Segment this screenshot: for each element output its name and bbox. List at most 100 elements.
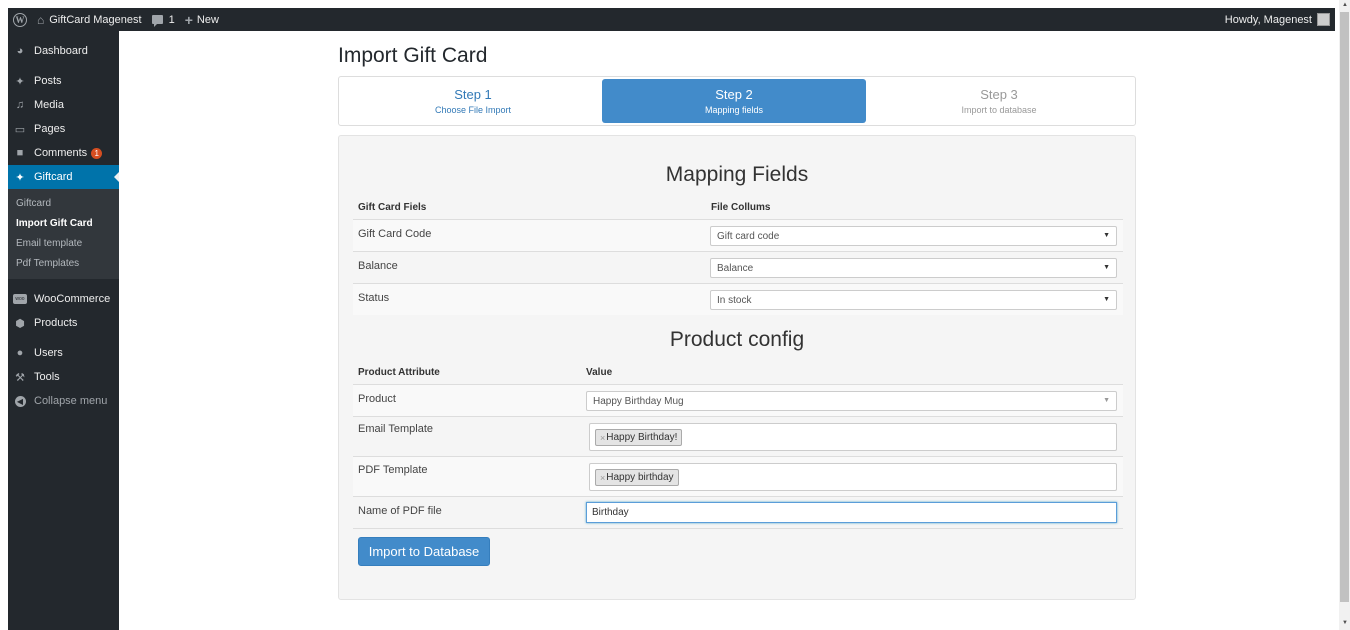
dropdown-arrow-icon: ▼: [1103, 397, 1110, 404]
row-label: Name of PDF file: [358, 505, 442, 517]
wordpress-icon: W: [13, 12, 27, 27]
site-name-link[interactable]: ⌂ GiftCard Magenest: [32, 8, 147, 31]
balance-select[interactable]: Balance ▼: [710, 258, 1117, 278]
sidebar-item-label: Pages: [34, 123, 66, 135]
row-label: PDF Template: [358, 464, 428, 476]
wp-logo-button[interactable]: W: [8, 8, 32, 31]
column-header-file-columns: File Collums: [711, 202, 771, 213]
plus-icon: +: [184, 11, 193, 28]
sidebar-item-tools[interactable]: ⚒ Tools: [8, 365, 119, 389]
table-row: Name of PDF file Birthday: [353, 496, 1123, 528]
step-2[interactable]: Step 2 Mapping fields: [602, 79, 866, 123]
step-description: Import to database: [961, 105, 1037, 115]
table-row: Email Template × Happy Birthday!: [353, 416, 1123, 456]
howdy-text: Howdy, Magenest: [1224, 13, 1312, 26]
scroll-up-icon[interactable]: ▲: [1342, 2, 1348, 8]
step-description: Choose File Import: [434, 105, 512, 115]
page-scrollbar[interactable]: ▲ ▼: [1339, 0, 1350, 630]
table-row: Product Happy Birthday Mug ▼: [353, 384, 1123, 416]
site-name: GiftCard Magenest: [49, 13, 142, 26]
sidebar-item-label: Comments: [34, 147, 88, 159]
sidebar-item-label: Users: [34, 347, 63, 359]
input-value: Birthday: [592, 507, 629, 518]
sidebar-item-comments[interactable]: ■ Comments 1: [8, 141, 119, 165]
submenu-item-pdf-templates[interactable]: Pdf Templates: [8, 253, 119, 273]
tools-icon: ⚒: [15, 371, 25, 384]
selected-tag: × Happy Birthday!: [595, 429, 683, 446]
email-template-multiselect[interactable]: × Happy Birthday!: [589, 423, 1117, 451]
step-1[interactable]: Step 1 Choose File Import: [341, 79, 605, 123]
step-3[interactable]: Step 3 Import to database: [867, 79, 1131, 123]
sidebar-item-label: Posts: [34, 75, 62, 87]
row-label: Gift Card Code: [358, 228, 432, 240]
column-header-gift-card-fields: Gift Card Fiels: [358, 202, 427, 213]
sidebar-item-label: Tools: [34, 371, 60, 383]
submenu-item-import-gift-card[interactable]: Import Gift Card: [8, 213, 119, 233]
users-icon: ●: [16, 347, 24, 359]
row-label: Product: [358, 393, 396, 405]
import-to-database-button[interactable]: Import to Database: [358, 537, 490, 566]
submenu-item-email-template[interactable]: Email template: [8, 233, 119, 253]
status-select[interactable]: In stock ▼: [710, 290, 1117, 310]
selected-tag: × Happy birthday: [595, 469, 679, 486]
new-label: New: [196, 13, 219, 26]
row-label: Balance: [358, 260, 398, 272]
pages-icon: ▭: [14, 123, 26, 136]
comments-count: 1: [168, 13, 175, 26]
divider: [353, 528, 1123, 529]
pdf-template-multiselect[interactable]: × Happy birthday: [589, 463, 1117, 491]
tag-label: Happy birthday: [606, 472, 674, 483]
sidebar-item-label: Media: [34, 99, 64, 111]
woo-icon: woo: [13, 294, 27, 304]
dashboard-icon: ◕: [16, 45, 24, 57]
select-value: Gift card code: [717, 230, 780, 242]
pin-icon: ✦: [15, 75, 25, 88]
avatar: [1317, 13, 1330, 26]
comments-icon: ■: [16, 147, 24, 159]
row-label: Email Template: [358, 423, 433, 435]
remove-tag-icon[interactable]: ×: [600, 433, 605, 443]
product-config-title: Product config: [669, 328, 805, 351]
sidebar-item-giftcard[interactable]: ✦ Giftcard: [8, 165, 119, 189]
submenu-item-giftcard[interactable]: Giftcard: [8, 193, 119, 213]
comments-badge: 1: [91, 147, 103, 159]
products-icon: ⬢: [15, 317, 25, 330]
sidebar-item-woocommerce[interactable]: woo WooCommerce: [8, 287, 119, 311]
table-row: Status In stock ▼: [353, 283, 1123, 315]
home-icon: ⌂: [37, 12, 45, 27]
sidebar-item-pages[interactable]: ▭ Pages: [8, 117, 119, 141]
collapse-menu-button[interactable]: ◀ Collapse menu: [8, 389, 119, 413]
sidebar-item-products[interactable]: ⬢ Products: [8, 311, 119, 335]
my-account-link[interactable]: Howdy, Magenest: [1220, 8, 1335, 31]
dropdown-arrow-icon: ▼: [1103, 232, 1110, 239]
row-label: Status: [358, 292, 390, 304]
sidebar-item-label: WooCommerce: [34, 293, 111, 305]
sidebar-item-label: Collapse menu: [34, 395, 108, 407]
sidebar-item-users[interactable]: ● Users: [8, 341, 119, 365]
gift-card-code-select[interactable]: Gift card code ▼: [710, 226, 1117, 246]
table-row: PDF Template × Happy birthday: [353, 456, 1123, 496]
giftcard-submenu: Giftcard Import Gift Card Email template…: [8, 189, 119, 279]
column-header-product-attribute: Product Attribute: [358, 367, 440, 378]
comment-bubble-icon: [151, 15, 163, 27]
collapse-icon: ◀: [14, 395, 26, 407]
step-title: Step 2: [715, 87, 753, 102]
new-content-link[interactable]: + New: [180, 8, 224, 31]
sidebar-item-dashboard[interactable]: ◕ Dashboard: [8, 39, 119, 63]
media-icon: ♫: [15, 99, 25, 111]
admin-bar: W ⌂ GiftCard Magenest 1 + New Howdy, Mag…: [8, 8, 1335, 31]
remove-tag-icon[interactable]: ×: [600, 473, 605, 483]
scroll-down-icon[interactable]: ▼: [1342, 620, 1348, 626]
pin-icon: ✦: [15, 171, 25, 184]
comments-link[interactable]: 1: [147, 8, 180, 31]
page-title: Import Gift Card: [338, 44, 488, 67]
column-header-value: Value: [586, 367, 613, 378]
scroll-thumb[interactable]: [1340, 12, 1349, 602]
dropdown-arrow-icon: ▼: [1103, 296, 1110, 303]
tag-label: Happy Birthday!: [606, 432, 678, 443]
pdf-file-name-input[interactable]: Birthday: [586, 502, 1117, 523]
product-select[interactable]: Happy Birthday Mug ▼: [586, 391, 1117, 411]
table-row: Balance Balance ▼: [353, 251, 1123, 283]
sidebar-item-media[interactable]: ♫ Media: [8, 93, 119, 117]
sidebar-item-posts[interactable]: ✦ Posts: [8, 69, 119, 93]
